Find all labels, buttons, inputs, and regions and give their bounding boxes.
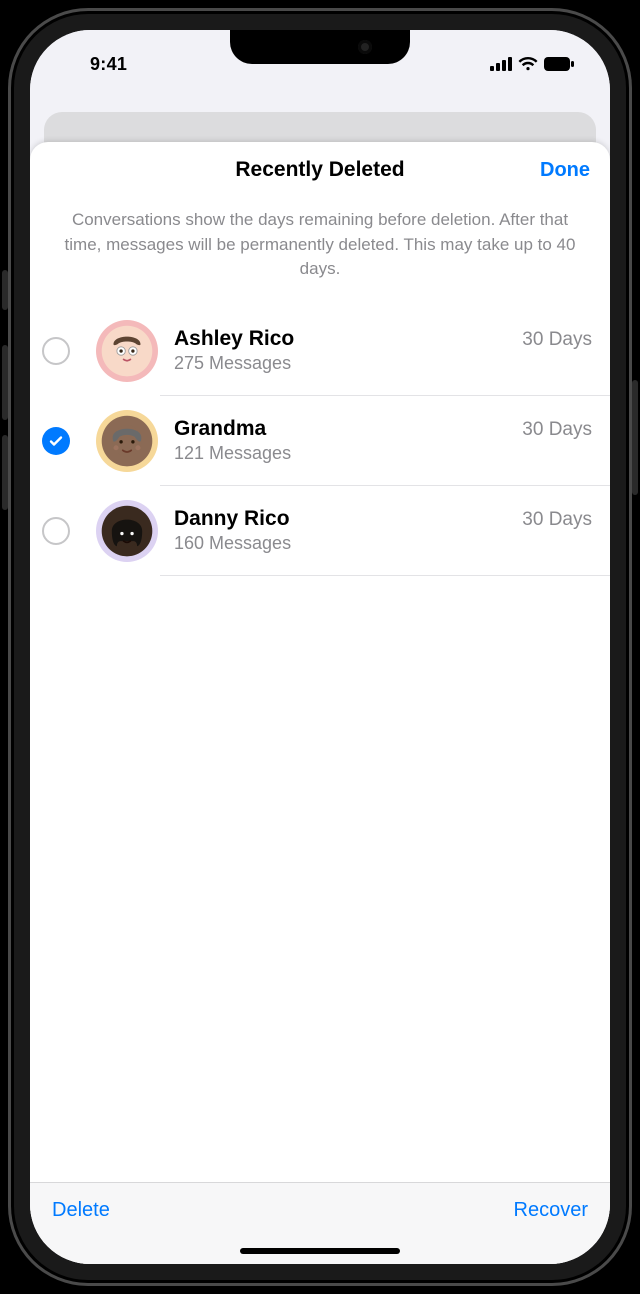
status-time: 9:41 [90,54,127,75]
list-item[interactable]: Grandma 30 Days 121 Messages [30,396,610,486]
nav-bar: Recently Deleted Done [30,142,610,198]
select-circle[interactable] [42,337,70,365]
recover-button[interactable]: Recover [514,1199,588,1222]
avatar [96,500,158,562]
list-item[interactable]: Danny Rico 30 Days 160 Messages [30,486,610,576]
contact-name: Grandma [174,417,266,441]
list-item-body: Grandma 30 Days 121 Messages [174,417,592,464]
message-count: 160 Messages [174,533,592,554]
phone-frame: 9:41 [8,8,632,1286]
days-remaining: 30 Days [522,329,592,351]
wifi-icon [518,57,538,71]
select-circle[interactable] [42,427,70,455]
notch [230,30,410,64]
list-item-body: Ashley Rico 30 Days 275 Messages [174,327,592,374]
conversation-list: Ashley Rico 30 Days 275 Messages [30,306,610,1182]
delete-button[interactable]: Delete [52,1199,110,1222]
page-title: Recently Deleted [235,158,404,182]
recently-deleted-sheet: Recently Deleted Done Conversations show… [30,142,610,1264]
message-count: 275 Messages [174,353,592,374]
sheet-backdrop [30,84,610,132]
days-remaining: 30 Days [522,509,592,531]
done-button[interactable]: Done [540,159,590,182]
days-remaining: 30 Days [522,419,592,441]
list-item-body: Danny Rico 30 Days 160 Messages [174,507,592,554]
battery-icon [544,57,574,71]
cellular-icon [490,57,512,71]
contact-name: Danny Rico [174,507,290,531]
avatar [96,410,158,472]
message-count: 121 Messages [174,443,592,464]
list-item[interactable]: Ashley Rico 30 Days 275 Messages [30,306,610,396]
avatar [96,320,158,382]
checkmark-icon [48,433,64,449]
home-indicator[interactable] [240,1248,400,1254]
status-icons [490,57,574,71]
info-text: Conversations show the days remaining be… [30,198,610,306]
screen: 9:41 [30,30,610,1264]
select-circle[interactable] [42,517,70,545]
contact-name: Ashley Rico [174,327,294,351]
power-button [632,380,638,495]
